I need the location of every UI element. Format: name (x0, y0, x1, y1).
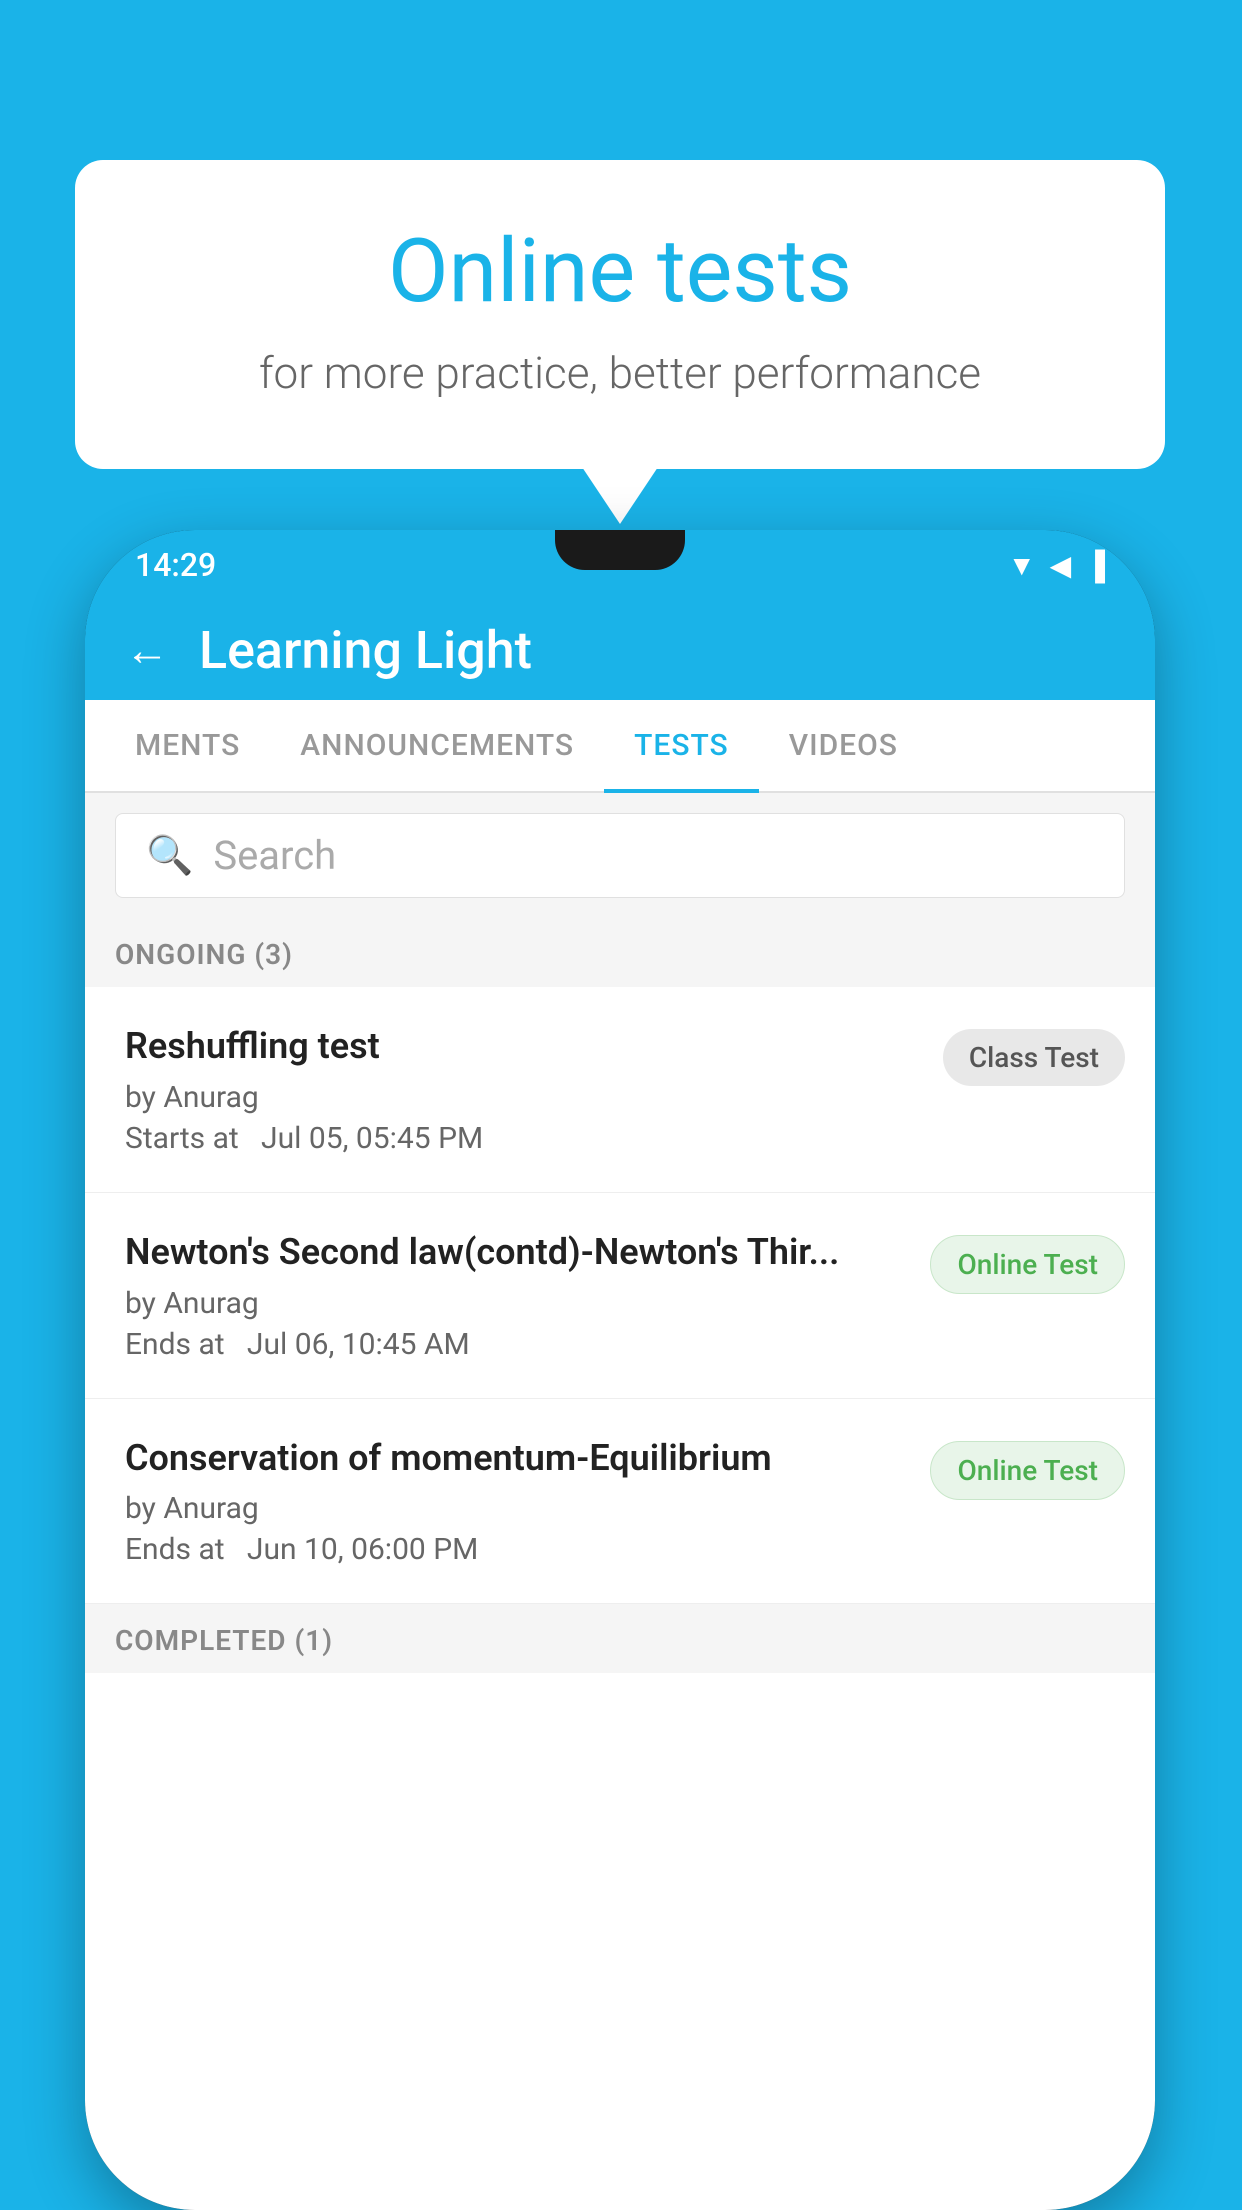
test-badge-1: Class Test (943, 1029, 1125, 1086)
status-icons: ▼ ◀ ▐ (1008, 549, 1105, 582)
test-author-1: by Anurag (125, 1080, 923, 1115)
status-bar: 14:29 ▼ ◀ ▐ (85, 530, 1155, 600)
completed-section-header: COMPLETED (1) (85, 1604, 1155, 1673)
signal-icon: ◀ (1050, 549, 1072, 582)
test-date-3: Ends at Jun 10, 06:00 PM (125, 1532, 910, 1567)
tabs-container: MENTS ANNOUNCEMENTS TESTS VIDEOS (85, 700, 1155, 793)
test-item-1[interactable]: Reshuffling test by Anurag Starts at Jul… (85, 987, 1155, 1193)
ongoing-section-header: ONGOING (3) (85, 918, 1155, 987)
phone-notch (555, 530, 685, 570)
test-info-3: Conservation of momentum-Equilibrium by … (125, 1435, 930, 1568)
test-author-3: by Anurag (125, 1491, 910, 1526)
test-badge-3: Online Test (930, 1441, 1125, 1500)
test-item-3[interactable]: Conservation of momentum-Equilibrium by … (85, 1399, 1155, 1605)
test-badge-2: Online Test (930, 1235, 1125, 1294)
tab-tests[interactable]: TESTS (604, 700, 759, 791)
search-bar[interactable]: 🔍 Search (115, 813, 1125, 898)
test-date-2: Ends at Jul 06, 10:45 AM (125, 1327, 910, 1362)
status-time: 14:29 (135, 546, 216, 584)
bubble-title: Online tests (155, 220, 1085, 323)
test-list: Reshuffling test by Anurag Starts at Jul… (85, 987, 1155, 1604)
test-author-2: by Anurag (125, 1286, 910, 1321)
battery-icon: ▐ (1085, 549, 1105, 582)
phone-screen: MENTS ANNOUNCEMENTS TESTS VIDEOS 🔍 Searc… (85, 700, 1155, 2210)
tab-ments[interactable]: MENTS (105, 700, 270, 791)
test-info-2: Newton's Second law(contd)-Newton's Thir… (125, 1229, 930, 1362)
search-placeholder-text: Search (213, 832, 336, 879)
test-name-1: Reshuffling test (125, 1023, 923, 1070)
test-date-1: Starts at Jul 05, 05:45 PM (125, 1121, 923, 1156)
tab-videos[interactable]: VIDEOS (759, 700, 928, 791)
search-container: 🔍 Search (85, 793, 1155, 918)
search-icon: 🔍 (146, 834, 193, 878)
test-item-2[interactable]: Newton's Second law(contd)-Newton's Thir… (85, 1193, 1155, 1399)
back-button[interactable]: ← (125, 624, 169, 676)
tab-announcements[interactable]: ANNOUNCEMENTS (270, 700, 604, 791)
wifi-icon: ▼ (1008, 549, 1036, 582)
test-info-1: Reshuffling test by Anurag Starts at Jul… (125, 1023, 943, 1156)
app-title: Learning Light (199, 620, 532, 681)
test-name-2: Newton's Second law(contd)-Newton's Thir… (125, 1229, 910, 1276)
test-name-3: Conservation of momentum-Equilibrium (125, 1435, 910, 1482)
phone-frame: 14:29 ▼ ◀ ▐ ← Learning Light MENTS ANNOU… (85, 530, 1155, 2210)
bubble-subtitle: for more practice, better performance (155, 347, 1085, 399)
app-header: ← Learning Light (85, 600, 1155, 700)
speech-bubble: Online tests for more practice, better p… (75, 160, 1165, 469)
